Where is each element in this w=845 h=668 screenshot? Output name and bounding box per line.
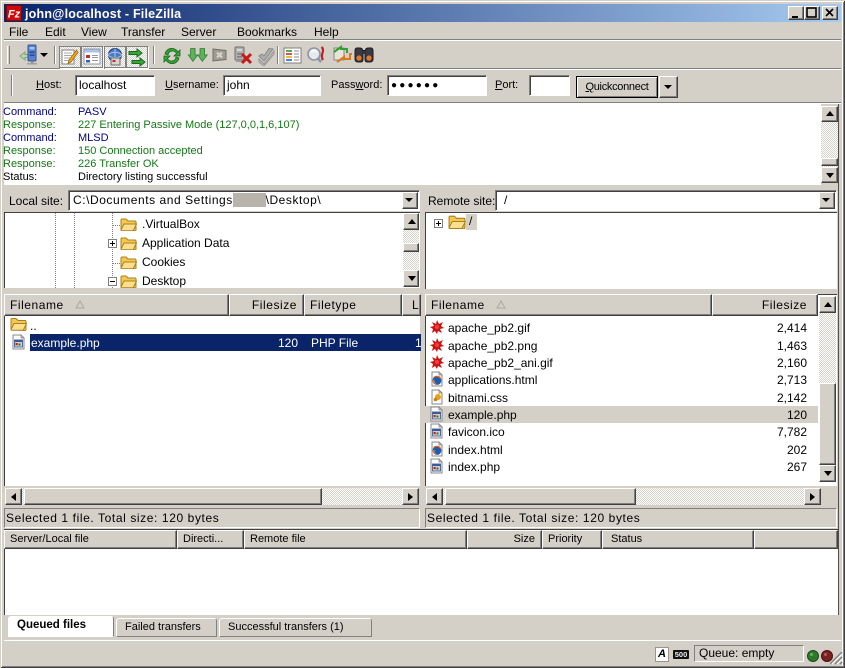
- svg-text:Fz: Fz: [8, 9, 21, 21]
